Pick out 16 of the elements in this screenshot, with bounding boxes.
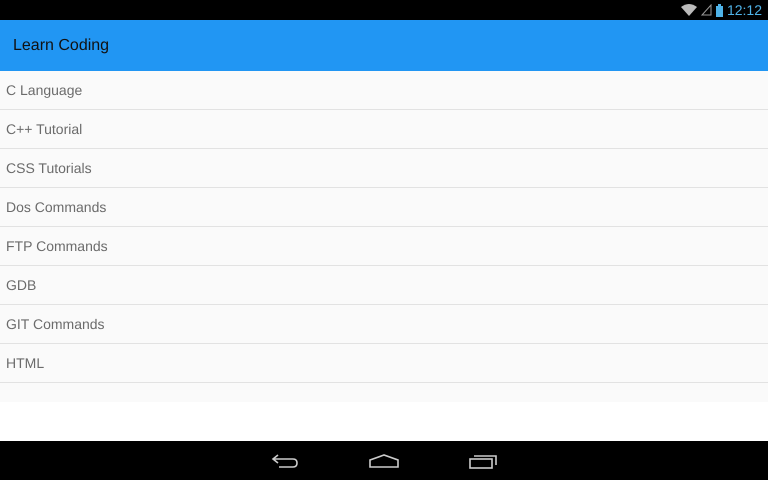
list-item[interactable]: GIT Commands: [6, 314, 105, 334]
list-item[interactable]: C++ Tutorial: [6, 118, 82, 140]
list-item[interactable]: HTML: [6, 352, 44, 374]
wifi-icon: [680, 4, 697, 16]
battery-icon: [716, 4, 723, 16]
clock-time: 12:12: [726, 0, 762, 20]
list-item[interactable]: Dos Commands: [6, 196, 106, 218]
recent-apps-icon[interactable]: [469, 452, 497, 468]
signal-icon: [700, 4, 712, 16]
app-title: Learn Coding: [13, 36, 110, 56]
list-item[interactable]: C Language: [6, 80, 82, 100]
home-icon[interactable]: [369, 454, 399, 468]
list-item[interactable]: CSS Tutorials: [6, 158, 92, 178]
list-item[interactable]: GDB: [6, 274, 36, 296]
list-item[interactable]: FTP Commands: [6, 236, 108, 256]
back-icon[interactable]: [271, 452, 299, 468]
